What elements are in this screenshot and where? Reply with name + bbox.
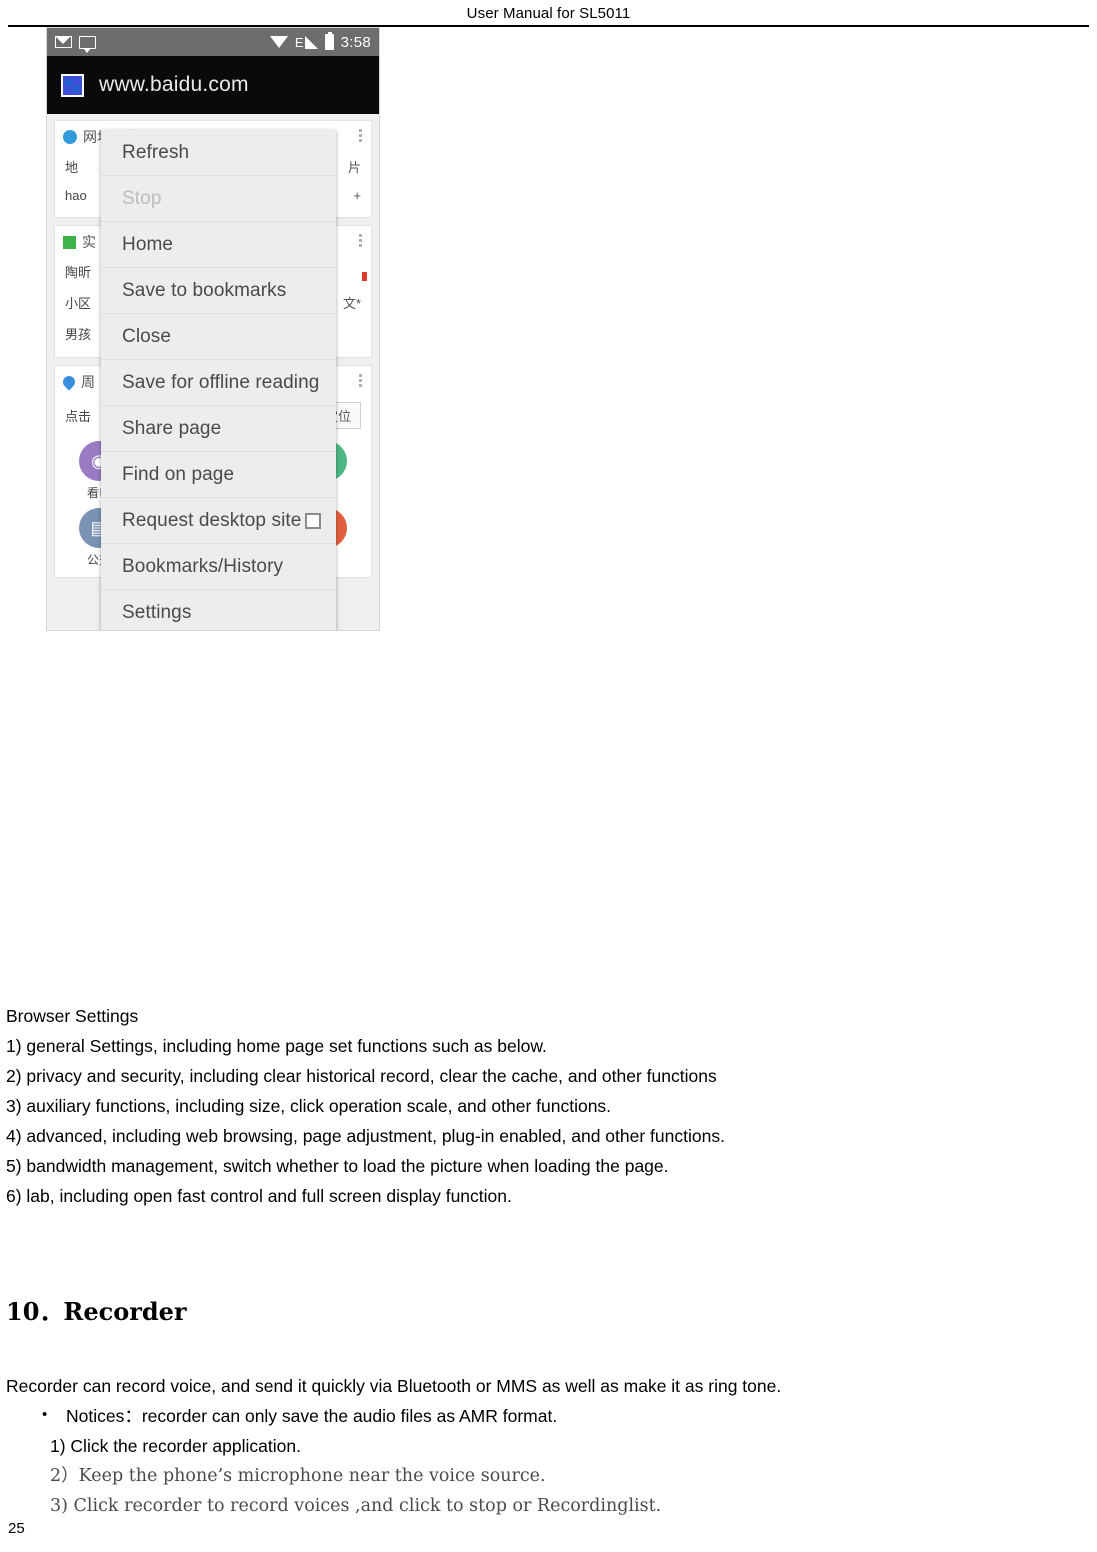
menu-item-save-to-bookmarks[interactable]: Save to bookmarks	[101, 268, 336, 314]
menu-item-label: Save for offline reading	[122, 371, 320, 393]
page-header: User Manual for SL5011	[0, 0, 1097, 22]
battery-icon	[324, 31, 334, 50]
browser-menu-screenshot: E 3:58 🐾 www.baidu.com 网址导航 地 片 hao +	[46, 27, 380, 631]
menu-item-home[interactable]: Home	[101, 222, 336, 268]
browser-settings-item-5: 5) bandwidth management, switch whether …	[6, 1156, 669, 1176]
browser-settings-item-1: 1) general Settings, including home page…	[6, 1036, 547, 1056]
wifi-icon	[269, 36, 288, 48]
menu-item-settings[interactable]: Settings	[101, 590, 336, 630]
card-title: 周	[81, 374, 95, 390]
news-icon	[63, 235, 76, 249]
card-overflow-icon[interactable]	[359, 234, 362, 247]
status-clock: 3:58	[340, 33, 371, 51]
sms-icon	[79, 35, 96, 53]
card-overflow-icon[interactable]	[359, 374, 362, 387]
header-title: User Manual for SL5011	[466, 5, 631, 22]
baidu-paw-icon: 🐾	[61, 73, 84, 97]
page-number: 25	[8, 1520, 25, 1537]
row-right-text: 文*	[342, 296, 361, 311]
menu-item-close[interactable]: Close	[101, 314, 336, 360]
card-overflow-icon[interactable]	[359, 129, 362, 142]
browser-url-bar[interactable]: 🐾 www.baidu.com	[47, 56, 379, 114]
menu-item-label: Save to bookmarks	[122, 279, 287, 301]
browser-settings-item-4: 4) advanced, including web browsing, pag…	[6, 1126, 725, 1146]
request-desktop-site-checkbox[interactable]	[305, 512, 321, 529]
row-left-text: 男孩	[65, 327, 92, 342]
row-left-text: 点击	[65, 409, 92, 424]
menu-item-share-page[interactable]: Share page	[101, 406, 336, 452]
menu-item-stop[interactable]: Stop	[101, 176, 336, 222]
card-title: 实	[82, 234, 96, 250]
globe-icon	[63, 130, 77, 144]
row-right-text: 片	[347, 160, 361, 175]
row-left-text: hao	[65, 188, 87, 203]
browser-settings-item-3: 3) auxiliary functions, including size, …	[6, 1096, 612, 1116]
recorder-intro: Recorder can record voice, and send it q…	[6, 1376, 782, 1396]
recorder-heading: 10．Recorder	[6, 1297, 187, 1326]
recorder-notice: Notices：recorder can only save the audio…	[6, 1407, 1086, 1426]
menu-item-label: Home	[122, 233, 174, 255]
recorder-step-1: 1) Click the recorder application.	[50, 1436, 301, 1456]
menu-item-label: Close	[122, 325, 172, 347]
menu-item-label: Bookmarks/History	[122, 555, 284, 577]
menu-item-label: Refresh	[122, 141, 190, 163]
url-text[interactable]: www.baidu.com	[99, 73, 249, 97]
browser-options-menu: Refresh Stop Home Save to bookmarks Clos…	[101, 130, 336, 630]
row-left-text: 地	[65, 160, 79, 175]
location-pin-icon	[60, 373, 78, 391]
browser-settings-block: Browser Settings 1) general Settings, in…	[6, 1006, 1086, 1218]
menu-item-label: Request desktop site	[122, 509, 302, 531]
menu-item-bookmarks-history[interactable]: Bookmarks/History	[101, 544, 336, 590]
menu-item-label: Settings	[122, 601, 192, 623]
mail-icon	[55, 36, 72, 48]
red-marker	[362, 272, 367, 281]
status-bar: E 3:58	[47, 28, 379, 56]
recorder-block: Recorder can record voice, and send it q…	[6, 1376, 1086, 1528]
recorder-step-2: 2）Keep the phone’s microphone near the v…	[50, 1466, 546, 1486]
menu-item-label: Share page	[122, 417, 222, 439]
row-left-text: 陶昕	[65, 265, 92, 280]
menu-item-save-offline[interactable]: Save for offline reading	[101, 360, 336, 406]
browser-settings-item-2: 2) privacy and security, including clear…	[6, 1066, 717, 1086]
recorder-step-3: 3) Click recorder to record voices ,and …	[50, 1496, 662, 1516]
signal-bars-icon: E	[294, 34, 318, 50]
browser-settings-title: Browser Settings	[6, 1006, 139, 1026]
browser-settings-item-6: 6) lab, including open fast control and …	[6, 1186, 512, 1206]
row-left-text: 小区	[65, 296, 92, 311]
menu-item-find-on-page[interactable]: Find on page	[101, 452, 336, 498]
menu-item-refresh[interactable]: Refresh	[101, 130, 336, 176]
menu-item-label: Find on page	[122, 463, 235, 485]
signal-triangle-icon	[304, 35, 318, 49]
menu-item-request-desktop-site[interactable]: Request desktop site	[101, 498, 336, 544]
menu-item-label: Stop	[122, 187, 162, 209]
row-right-text: +	[353, 188, 361, 203]
signal-type-label: E	[294, 34, 304, 50]
